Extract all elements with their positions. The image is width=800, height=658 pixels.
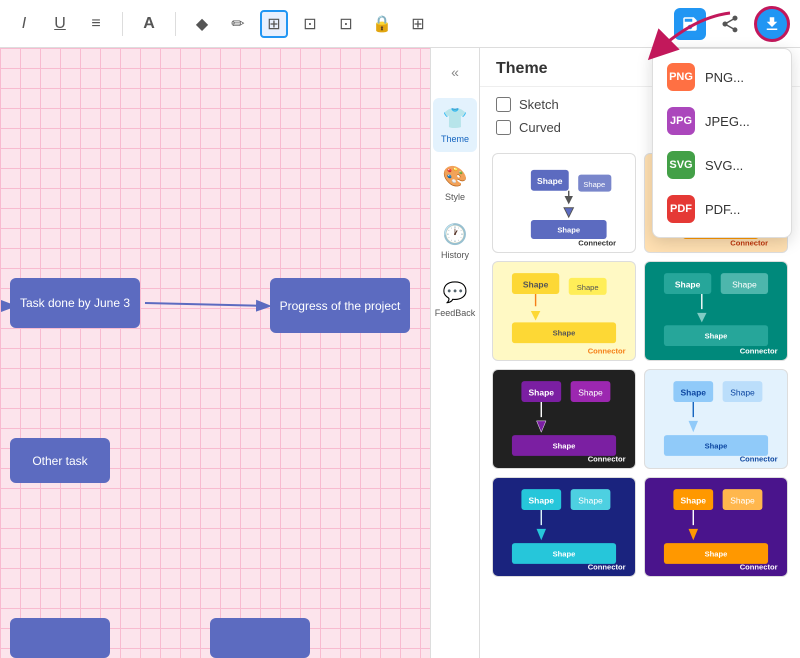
sidebar-item-history-label: History	[441, 250, 469, 260]
shape-bottom2[interactable]	[210, 618, 310, 658]
sketch-checkbox[interactable]	[496, 97, 511, 112]
grid-btn[interactable]: ⊞	[404, 10, 432, 38]
shape-progress[interactable]: Progress of the project	[270, 278, 410, 333]
share-btn[interactable]	[714, 8, 746, 40]
svg-text:Shape: Shape	[705, 331, 728, 340]
font-btn[interactable]: A	[135, 10, 163, 38]
sep2	[175, 12, 176, 36]
svg-text:Shape: Shape	[553, 329, 576, 338]
svg-text:Shape: Shape	[523, 279, 549, 289]
export-png-item[interactable]: PNG PNG...	[653, 55, 791, 99]
svg-text:Shape: Shape	[553, 441, 576, 450]
theme-card-teal[interactable]: Shape Shape Shape Connector	[644, 261, 788, 361]
svg-text:Connector: Connector	[588, 455, 626, 464]
svg-text:Shape: Shape	[730, 495, 755, 505]
lock-btn[interactable]: 🔒	[368, 10, 396, 38]
svg-text:Connector: Connector	[588, 347, 626, 356]
history-icon: 🕐	[443, 222, 468, 247]
svg-text:Connector: Connector	[740, 455, 778, 464]
export-btn[interactable]	[754, 6, 790, 42]
underline-btn[interactable]: U	[46, 10, 74, 38]
toolbar: I U ≡ A ◆ ✏ ⊞ ⊡ ⊡ 🔒 ⊞	[0, 0, 800, 48]
select-btn[interactable]: ⊞	[260, 10, 288, 38]
svg-text:Connector: Connector	[740, 563, 778, 572]
fill-btn[interactable]: ◆	[188, 10, 216, 38]
pdf-label: PDF...	[705, 202, 740, 217]
jpeg-icon: JPG	[667, 107, 695, 135]
svg-text:Shape: Shape	[529, 387, 555, 397]
shape-task-done[interactable]: Task done by June 3	[10, 278, 140, 328]
curved-label: Curved	[519, 120, 561, 135]
shape-bottom1[interactable]	[10, 618, 110, 658]
toolbar-right	[674, 6, 790, 42]
sep1	[122, 12, 123, 36]
svg-text:Shape: Shape	[577, 283, 599, 292]
theme-card-purple[interactable]: Shape Shape Shape Connector	[644, 477, 788, 577]
sketch-label: Sketch	[519, 97, 559, 112]
sidebar-item-theme[interactable]: 👕 Theme	[433, 98, 477, 152]
crop-btn[interactable]: ⊡	[296, 10, 324, 38]
sidebar-item-history[interactable]: 🕐 History	[433, 214, 477, 268]
svg-text:Shape: Shape	[583, 180, 605, 189]
theme-card-light-blue[interactable]: Shape Shape Shape Connector	[644, 369, 788, 469]
svg-text:Shape: Shape	[675, 279, 701, 289]
svg-text:Shape: Shape	[537, 176, 563, 186]
svg-text:Shape: Shape	[553, 549, 576, 558]
svg-text:Shape: Shape	[578, 387, 603, 397]
theme-card-default[interactable]: Shape Shape Shape Connector	[492, 153, 636, 253]
left-sidebar: « 👕 Theme 🎨 Style 🕐 History 💬 FeedBack	[430, 48, 480, 658]
svg-text:Connector: Connector	[740, 347, 778, 356]
sidebar-item-feedback-label: FeedBack	[435, 308, 476, 318]
export-jpeg-item[interactable]: JPG JPEG...	[653, 99, 791, 143]
svg-text:Connector: Connector	[588, 563, 626, 572]
arrange-btn[interactable]: ⊡	[332, 10, 360, 38]
theme-card-dark[interactable]: Shape Shape Shape Connector	[492, 369, 636, 469]
png-label: PNG...	[705, 70, 744, 85]
theme-card-yellow[interactable]: Shape Shape Shape Connector	[492, 261, 636, 361]
svg-text:Shape: Shape	[705, 549, 728, 558]
svg-text:Shape: Shape	[557, 225, 580, 234]
pdf-icon: PDF	[667, 195, 695, 223]
curved-checkbox[interactable]	[496, 120, 511, 135]
svg-text:Connector: Connector	[578, 239, 616, 248]
export-pdf-item[interactable]: PDF PDF...	[653, 187, 791, 231]
svg-text:Shape: Shape	[681, 387, 707, 397]
pen-btn[interactable]: ✏	[224, 10, 252, 38]
png-icon: PNG	[667, 63, 695, 91]
svg-text:Shape: Shape	[730, 387, 755, 397]
canvas-arrows	[0, 48, 430, 658]
svg-text:Shape: Shape	[578, 495, 603, 505]
save-btn[interactable]	[674, 8, 706, 40]
style-icon: 🎨	[443, 164, 468, 189]
svg-label: SVG...	[705, 158, 743, 173]
list-btn[interactable]: ≡	[82, 10, 110, 38]
feedback-icon: 💬	[443, 280, 468, 305]
theme-icon: 👕	[443, 106, 468, 131]
export-dropdown: PNG PNG... JPG JPEG... SVG SVG... PDF PD…	[652, 48, 792, 238]
sidebar-item-theme-label: Theme	[441, 134, 469, 144]
jpeg-label: JPEG...	[705, 114, 750, 129]
collapse-btn[interactable]: «	[437, 58, 473, 86]
svg-text:Shape: Shape	[732, 279, 757, 289]
sidebar-item-style-label: Style	[445, 192, 465, 202]
theme-card-navy[interactable]: Shape Shape Shape Connector	[492, 477, 636, 577]
svg-icon: SVG	[667, 151, 695, 179]
svg-text:Connector: Connector	[730, 239, 768, 248]
svg-text:Shape: Shape	[705, 441, 728, 450]
export-svg-item[interactable]: SVG SVG...	[653, 143, 791, 187]
canvas-area[interactable]: Task done by June 3 Progress of the proj…	[0, 48, 430, 658]
sidebar-item-style[interactable]: 🎨 Style	[433, 156, 477, 210]
italic-btn[interactable]: I	[10, 10, 38, 38]
svg-text:Shape: Shape	[529, 495, 555, 505]
sidebar-item-feedback[interactable]: 💬 FeedBack	[433, 272, 477, 326]
shape-other-task[interactable]: Other task	[10, 438, 110, 483]
svg-text:Shape: Shape	[681, 495, 707, 505]
